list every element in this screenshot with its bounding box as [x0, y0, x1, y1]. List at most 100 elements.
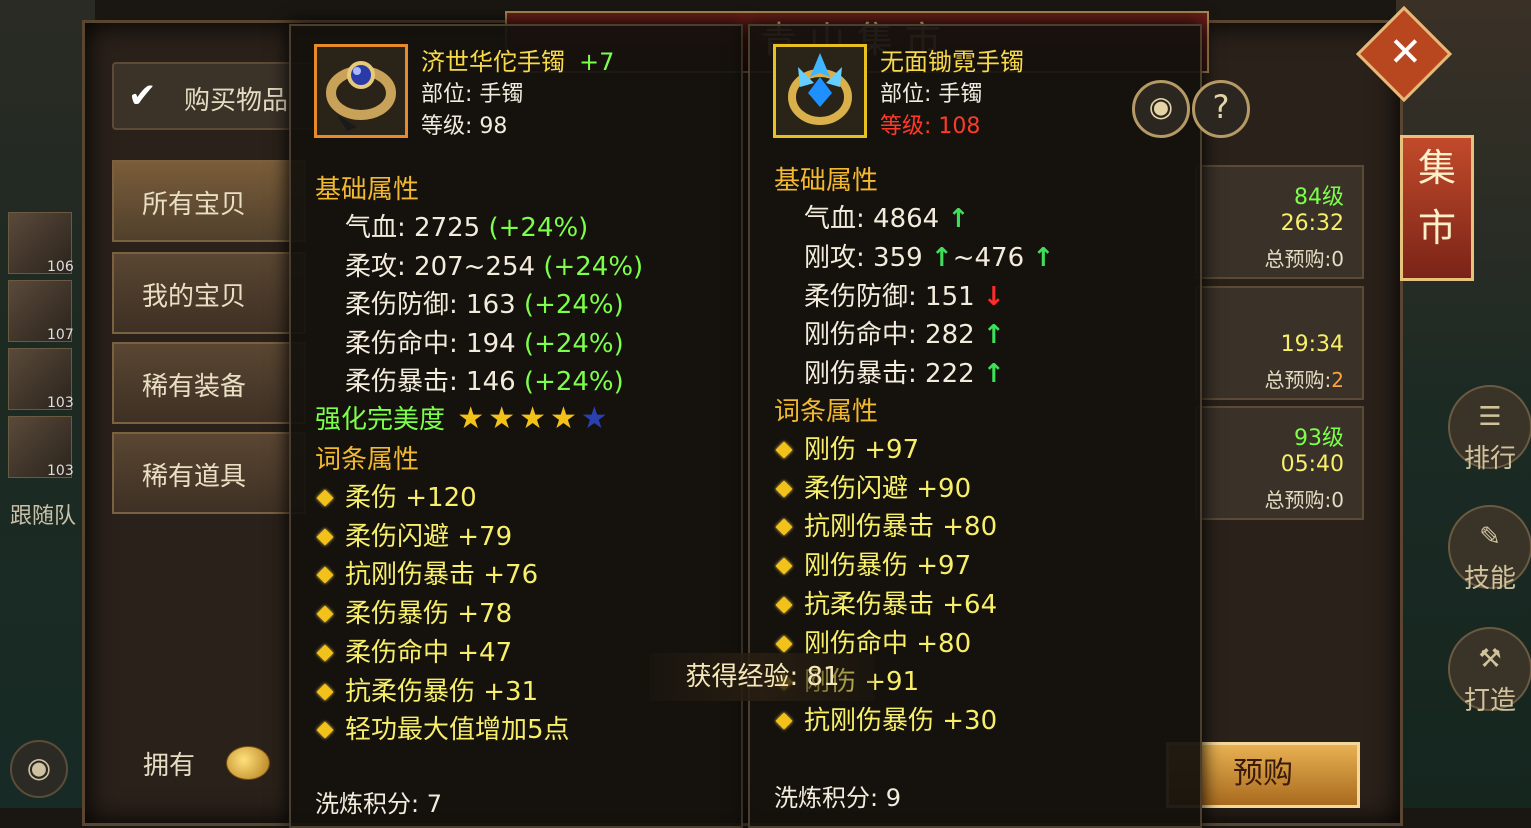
forge-button[interactable]: ⚒ 打造: [1448, 627, 1531, 716]
camera-icon[interactable]: ◉: [10, 740, 68, 798]
item-slot: 部位: 手镯: [880, 82, 983, 107]
side-tab-rare-props[interactable]: 稀有道具: [112, 432, 306, 514]
affix-line: 柔伤闪避 +90: [774, 468, 971, 505]
help-icon[interactable]: ?: [1192, 80, 1250, 138]
side-tab-rare-equipment[interactable]: 稀有装备: [112, 342, 306, 424]
exp-label: 获得经验:: [685, 662, 799, 692]
exp-value: 81: [806, 662, 840, 692]
team-member-portrait[interactable]: 107: [8, 280, 74, 343]
row-time-left: 19:34: [1280, 332, 1344, 357]
item-tooltip-compare: 无面锄霓手镯 部位: 手镯 等级: 108 基础属性 气血: 4864 ↑ 刚攻…: [748, 24, 1202, 828]
ranking-label: 排行: [1463, 444, 1516, 474]
item-level: 等级: 108: [880, 114, 981, 139]
base-stats-header: 基础属性: [774, 166, 879, 196]
team-member-level: 107: [47, 327, 74, 343]
list-item[interactable]: 84级 26:32 总预购:0: [1195, 165, 1364, 279]
bracelet-icon: [773, 44, 867, 138]
affix-line: 柔伤暴伤 +78: [315, 593, 512, 630]
row-presale-count: 总预购:0: [1264, 247, 1344, 271]
side-tab-label: 所有宝贝: [142, 190, 247, 220]
star-empty-icon: ★: [580, 401, 608, 436]
item-name: 无面锄霓手镯: [880, 48, 1024, 76]
exp-gain-notice: 获得经验: 81: [650, 653, 875, 701]
hammer-icon: ⚒: [1478, 644, 1502, 674]
side-tab-my-items[interactable]: 我的宝贝: [112, 252, 306, 334]
row-presale-count: 总预购:0: [1264, 488, 1344, 512]
row-presale-count: 总预购:2: [1264, 368, 1344, 392]
star-filled-icon: ★: [457, 401, 485, 436]
checkmark-icon: ✔: [128, 76, 157, 116]
coin-icon: [226, 746, 270, 780]
diamond-icon: [775, 712, 793, 730]
follow-team-label[interactable]: 跟随队: [10, 498, 76, 530]
refine-points: 洗炼积分: 7: [315, 790, 442, 818]
team-member-level: 103: [47, 463, 74, 479]
affix-line: 轻功最大值增加5点: [315, 709, 570, 746]
base-stat: 柔伤命中: 194 (+24%): [345, 329, 624, 359]
diamond-icon: [775, 518, 793, 536]
base-stat: 刚伤暴击: 222 ↑: [804, 359, 1005, 389]
team-member-level: 103: [47, 395, 74, 411]
base-stat: 刚伤命中: 282 ↑: [804, 320, 1005, 350]
diamond-icon: [775, 480, 793, 498]
close-icon: ✕: [1388, 29, 1423, 76]
item-level: 等级: 98: [421, 114, 508, 139]
base-stats-header: 基础属性: [315, 175, 420, 205]
diamond-icon: [316, 528, 334, 546]
affix-line: 抗刚伤暴击 +80: [774, 506, 997, 543]
buy-items-checkbox[interactable]: ✔ 购买物品: [112, 62, 316, 130]
perfection-stars: ★ ★ ★ ★ ★: [453, 401, 608, 436]
team-member-level: 106: [47, 259, 74, 275]
team-member-portrait[interactable]: 103: [8, 416, 74, 479]
star-filled-icon: ★: [488, 401, 516, 436]
item-name: 济世华佗手镯 +7: [421, 48, 615, 76]
diamond-icon: [775, 635, 793, 652]
team-member-portrait[interactable]: 106: [8, 212, 74, 275]
base-stat: 刚攻: 359 ↑~476 ↑: [804, 243, 1055, 273]
diamond-icon: [316, 721, 334, 739]
base-stat: 柔攻: 207~254 (+24%): [345, 252, 644, 282]
base-stat: 气血: 2725 (+24%): [345, 213, 589, 243]
star-filled-icon: ★: [519, 401, 546, 436]
team-member-portrait[interactable]: 103: [8, 348, 74, 411]
affix-header: 词条属性: [774, 397, 879, 427]
diamond-icon: [775, 596, 793, 614]
enhance-level: +7: [579, 48, 615, 76]
diamond-icon: [316, 683, 334, 700]
list-item[interactable]: 19:34 总预购:2: [1195, 286, 1364, 400]
diamond-icon: [316, 605, 334, 623]
row-time-left: 05:40: [1280, 452, 1344, 477]
diamond-icon: [775, 441, 793, 459]
base-stat: 柔伤防御: 151 ↓: [804, 282, 1005, 312]
base-stat: 气血: 4864 ↑: [804, 204, 970, 234]
side-tab-all-items[interactable]: 所有宝贝: [112, 160, 306, 242]
enhance-perfection: 强化完美度 ★ ★ ★ ★ ★: [315, 401, 608, 436]
side-tab-label: 稀有道具: [142, 462, 247, 492]
list-item[interactable]: 93级 05:40 总预购:0: [1195, 406, 1364, 520]
affix-line: 抗柔伤暴击 +64: [774, 584, 997, 621]
market-tab[interactable]: 集市: [1400, 135, 1474, 281]
ranking-button[interactable]: ☰ 排行: [1448, 385, 1531, 474]
row-level: 93级: [1294, 426, 1344, 451]
base-stat: 柔伤暴击: 146 (+24%): [345, 367, 624, 397]
scene-left-background: 106 107 103 103 跟随队 ◉: [0, 0, 95, 808]
bracelet-icon: [314, 44, 408, 138]
base-stat: 柔伤防御: 163 (+24%): [345, 290, 624, 320]
eye-icon[interactable]: ◉: [1132, 80, 1190, 138]
affix-line: 柔伤闪避 +79: [315, 516, 512, 553]
diamond-icon: [316, 644, 334, 662]
ranking-icon: ☰: [1478, 402, 1502, 432]
affix-line: 柔伤 +120: [315, 477, 477, 514]
affix-line: 刚伤暴伤 +97: [774, 545, 971, 582]
diamond-icon: [316, 489, 334, 507]
affix-line: 抗刚伤暴击 +76: [315, 554, 538, 591]
row-level: 84级: [1294, 185, 1344, 210]
skills-label: 技能: [1463, 564, 1516, 594]
affix-line: 刚伤 +97: [774, 429, 919, 466]
item-slot: 部位: 手镯: [421, 82, 524, 107]
diamond-icon: [316, 566, 334, 584]
side-tab-label: 我的宝贝: [142, 282, 247, 312]
skills-button[interactable]: ✎ 技能: [1448, 505, 1531, 594]
side-tab-label: 稀有装备: [142, 372, 247, 402]
star-filled-icon: ★: [550, 401, 577, 436]
